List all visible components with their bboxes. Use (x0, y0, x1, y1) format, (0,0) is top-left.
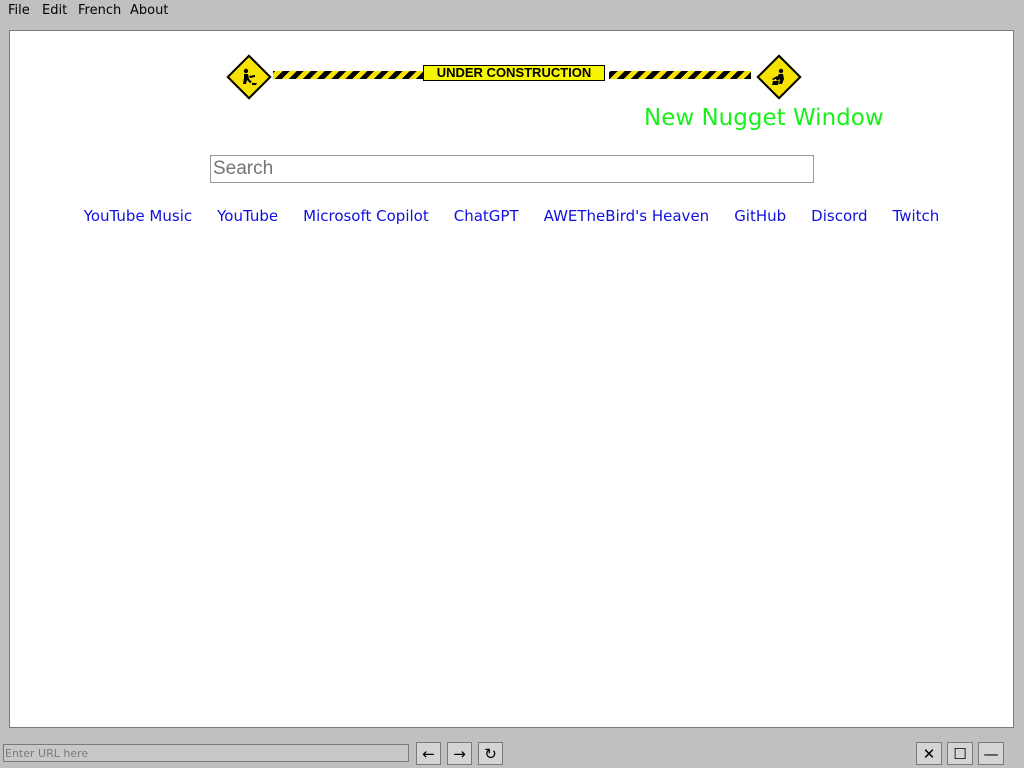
page-title: New Nugget Window (644, 105, 884, 131)
link-youtube-music[interactable]: YouTube Music (84, 207, 192, 225)
link-awethebirds-heaven[interactable]: AWETheBird's Heaven (544, 207, 710, 225)
menu-bar: File Edit French About (0, 0, 1024, 24)
close-button[interactable]: ✕ (916, 742, 942, 765)
menu-edit[interactable]: Edit (42, 3, 67, 18)
link-microsoft-copilot[interactable]: Microsoft Copilot (303, 207, 429, 225)
maximize-icon: ☐ (953, 744, 967, 763)
forward-button[interactable]: → (447, 742, 472, 765)
menu-french[interactable]: French (78, 3, 121, 18)
link-chatgpt[interactable]: ChatGPT (454, 207, 519, 225)
close-icon: ✕ (922, 744, 936, 763)
arrow-right-icon: → (453, 744, 466, 763)
arrow-left-icon: ← (422, 744, 435, 763)
back-button[interactable]: ← (416, 742, 441, 765)
minimize-button[interactable]: — (978, 742, 1004, 765)
under-construction-label: UNDER CONSTRUCTION (423, 65, 605, 81)
reload-button[interactable]: ↻ (478, 742, 503, 765)
under-construction-banner: UNDER CONSTRUCTION (226, 54, 802, 100)
page-viewport: UNDER CONSTRUCTION New Nugget Window You… (9, 30, 1014, 728)
construction-sign-icon (756, 54, 802, 100)
link-github[interactable]: GitHub (734, 207, 786, 225)
construction-sign-icon (226, 54, 272, 100)
search-input[interactable] (210, 155, 814, 183)
minimize-icon: — (983, 744, 999, 763)
quick-links: YouTube Music YouTube Microsoft Copilot … (10, 207, 1013, 225)
menu-about[interactable]: About (130, 3, 168, 18)
link-discord[interactable]: Discord (811, 207, 867, 225)
url-input[interactable] (3, 744, 409, 762)
menu-file[interactable]: File (8, 3, 30, 18)
caution-tape-left (273, 71, 423, 79)
reload-icon: ↻ (484, 744, 497, 763)
link-twitch[interactable]: Twitch (893, 207, 940, 225)
caution-tape-right (609, 71, 751, 79)
maximize-button[interactable]: ☐ (947, 742, 973, 765)
link-youtube[interactable]: YouTube (217, 207, 278, 225)
